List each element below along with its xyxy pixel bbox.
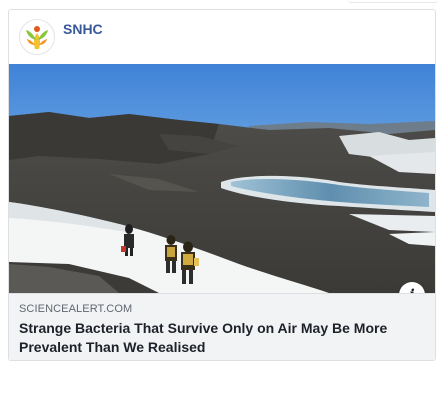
post-header: SNHC <box>9 10 435 64</box>
link-headline[interactable]: Strange Bacteria That Survive Only on Ai… <box>19 319 419 357</box>
link-domain: SCIENCEALERT.COM <box>19 303 133 315</box>
page-name[interactable]: SNHC <box>63 21 103 37</box>
antarctic-landscape-image[interactable] <box>9 64 435 293</box>
snhc-logo-icon <box>26 26 48 49</box>
previous-card-edge <box>348 0 438 3</box>
link-preview[interactable]: SCIENCEALERT.COM Strange Bacteria That S… <box>9 293 435 360</box>
post-card: SNHC SCIENCEALERT.COM Strange Bacteria T… <box>8 9 436 361</box>
page-avatar[interactable] <box>19 19 55 55</box>
